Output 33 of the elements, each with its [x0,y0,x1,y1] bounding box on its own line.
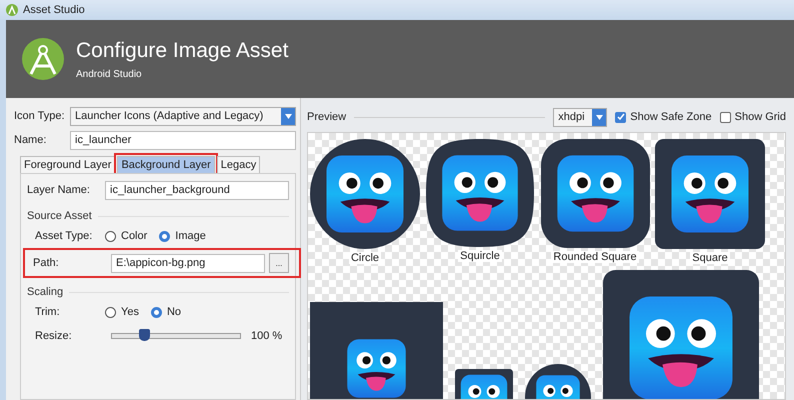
radio-label: No [166,306,182,318]
shape-caption: Square [690,252,730,264]
path-field[interactable]: E:\appicon-bg.png [111,254,265,272]
field-label: Asset Type: [35,230,94,242]
shape-caption: Circle [348,252,382,264]
field-label: Icon Type: [14,110,66,122]
section-title: Source Asset [27,210,92,222]
resize-value: 100 % [251,330,282,342]
section-title: Scaling [27,286,64,298]
density-dropdown[interactable]: xhdpi [553,108,608,126]
tab[interactable]: Legacy [216,156,260,173]
field-label: Path: [33,257,60,269]
radio-label: Yes [121,306,139,318]
section-title: Preview [307,111,346,123]
shape-caption: Squircle [458,250,502,262]
checkbox-label: Show Grid [734,111,786,123]
field-label: Resize: [35,330,73,342]
field-label: Trim: [35,306,61,318]
shape-caption: Rounded Square [551,251,639,263]
field-label: Layer Name: [27,184,91,196]
dialog-title: Configure Image Asset [76,38,288,62]
radio-label: Image [175,230,206,242]
browse-button[interactable]: ... [269,253,289,273]
dialog-subtitle: Android Studio [76,68,143,80]
checkbox-label: Show Safe Zone [630,111,712,123]
layer-name-field[interactable]: ic_launcher_background [105,180,289,200]
tab[interactable]: Foreground Layer [20,156,116,173]
window-title: Asset Studio [23,4,85,16]
tab[interactable]: Background Layer [117,156,215,173]
radio-label: Color [121,230,148,242]
name-field[interactable]: ic_launcher [70,130,296,150]
icon-type-dropdown[interactable]: Launcher Icons (Adaptive and Legacy) [70,106,296,126]
field-label: Name: [14,134,48,146]
